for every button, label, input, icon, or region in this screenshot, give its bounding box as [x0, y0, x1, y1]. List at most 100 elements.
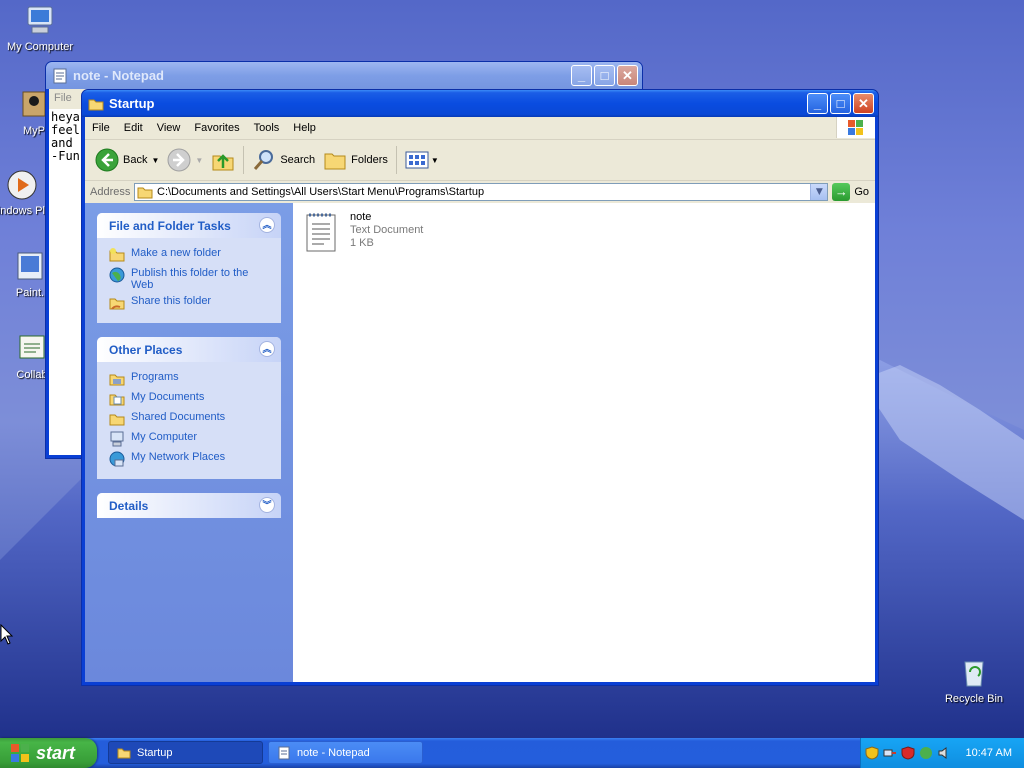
address-input[interactable]: C:\Documents and Settings\All Users\Star… [134, 183, 829, 201]
close-button[interactable]: ✕ [853, 93, 874, 114]
file-type: Text Document [350, 224, 424, 236]
recycle-bin-icon [957, 656, 991, 690]
panel-title: Details [109, 498, 149, 513]
menu-favorites[interactable]: Favorites [187, 122, 246, 134]
close-button[interactable]: ✕ [617, 65, 638, 86]
menu-edit[interactable]: Edit [117, 122, 150, 134]
panel-header[interactable]: File and Folder Tasks ︽ [97, 213, 281, 238]
task-label: Share this folder [131, 295, 212, 307]
maximize-icon: □ [836, 96, 845, 111]
explorer-client: File Edit View Favorites Tools Help Back… [85, 117, 875, 682]
file-size: 1 KB [350, 237, 374, 249]
panel-title: File and Folder Tasks [109, 218, 231, 233]
address-label: Address [90, 186, 131, 198]
place-label: My Computer [131, 431, 198, 443]
address-dropdown-button[interactable]: ▼ [810, 184, 828, 200]
toolbar-separator [395, 146, 397, 174]
place-label: My Network Places [131, 451, 226, 463]
place-label: My Documents [131, 391, 205, 403]
paint-icon [13, 250, 47, 284]
taskbar-button-notepad[interactable]: note - Notepad [268, 741, 423, 764]
task-label: Make a new folder [131, 247, 221, 259]
address-bar: Address C:\Documents and Settings\All Us… [85, 181, 875, 204]
task-publish-web[interactable]: Publish this folder to the Web [109, 267, 271, 291]
place-shared-documents[interactable]: Shared Documents [109, 411, 271, 427]
go-label: Go [854, 186, 869, 198]
file-folder-tasks-panel: File and Folder Tasks ︽ Make a new folde… [97, 213, 281, 323]
folder-icon [137, 187, 153, 199]
shared-documents-icon [109, 414, 125, 426]
antivirus-icon[interactable] [901, 746, 915, 760]
folders-icon [324, 153, 346, 170]
place-label: Shared Documents [131, 411, 226, 423]
menu-tools[interactable]: Tools [247, 122, 287, 134]
menu-view[interactable]: View [150, 122, 188, 134]
menu-file[interactable]: File [85, 122, 117, 134]
messenger-icon[interactable] [919, 746, 933, 760]
security-shield-icon[interactable] [865, 746, 879, 760]
file-list[interactable]: note Text Document 1 KB [293, 203, 875, 682]
back-button[interactable]: Back ▼ [91, 144, 163, 176]
system-tray: 10:47 AM [860, 738, 1024, 768]
volume-icon[interactable] [937, 746, 951, 760]
task-label: Publish this folder to the Web [131, 267, 249, 291]
programs-folder-icon [109, 374, 125, 386]
my-documents-icon [109, 394, 125, 406]
desktop-icon-label: Paint. [15, 287, 45, 299]
collapse-chevron-icon[interactable]: ︽ [259, 217, 275, 233]
chevron-down-icon[interactable]: ▼ [195, 156, 203, 165]
close-icon: ✕ [622, 68, 633, 83]
desktop-icon-label: My Computer [6, 41, 74, 53]
explorer-body: File and Folder Tasks ︽ Make a new folde… [85, 203, 875, 682]
share-folder-icon [109, 298, 125, 310]
go-button[interactable]: → Go [832, 183, 869, 201]
forward-button[interactable]: ▼ [163, 144, 207, 176]
desktop-icon-my-computer[interactable]: My Computer [0, 4, 80, 53]
place-my-network-places[interactable]: My Network Places [109, 451, 271, 467]
taskbar-button-startup[interactable]: Startup [108, 741, 263, 764]
place-my-documents[interactable]: My Documents [109, 391, 271, 407]
clock: 10:47 AM [965, 747, 1012, 759]
place-programs[interactable]: Programs [109, 371, 271, 387]
network-icon[interactable] [883, 746, 897, 760]
windows-flag-icon [11, 744, 29, 762]
minimize-button[interactable]: _ [571, 65, 592, 86]
expand-chevron-icon[interactable]: ︾ [259, 497, 275, 513]
minimize-icon: _ [813, 96, 822, 111]
panel-header[interactable]: Other Places ︽ [97, 337, 281, 362]
maximize-button[interactable]: □ [830, 93, 851, 114]
explorer-window[interactable]: Startup _ □ ✕ File Edit View Favorites T… [81, 89, 879, 686]
windows-flag-icon [848, 120, 863, 135]
notepad-titlebar[interactable]: note - Notepad _ □ ✕ [46, 62, 642, 89]
taskbar: start Startup note - Notepad 10:47 AM [0, 738, 1024, 768]
chevron-down-icon[interactable]: ▼ [151, 156, 159, 165]
task-make-new-folder[interactable]: Make a new folder [109, 247, 271, 263]
place-my-computer[interactable]: My Computer [109, 431, 271, 447]
collapse-chevron-icon[interactable]: ︽ [259, 341, 275, 357]
other-places-panel: Other Places ︽ Programs My Documents Sha… [97, 337, 281, 479]
back-arrow-icon [95, 148, 119, 172]
desktop-icon-label: MyP [23, 125, 45, 137]
notepad-icon [278, 746, 290, 759]
panel-header[interactable]: Details ︾ [97, 493, 281, 518]
windows-logo [836, 117, 875, 138]
maximize-button[interactable]: □ [594, 65, 615, 86]
menu-file[interactable]: File [54, 92, 72, 104]
task-pane: File and Folder Tasks ︽ Make a new folde… [85, 203, 293, 682]
chevron-down-icon[interactable]: ▼ [431, 156, 439, 165]
task-share-folder[interactable]: Share this folder [109, 295, 271, 311]
minimize-button[interactable]: _ [807, 93, 828, 114]
up-folder-icon [212, 154, 234, 171]
up-folder-button[interactable] [207, 144, 239, 176]
explorer-titlebar[interactable]: Startup _ □ ✕ [82, 90, 878, 117]
panel-title: Other Places [109, 342, 183, 357]
folders-label: Folders [351, 154, 388, 166]
search-button[interactable]: Search [248, 144, 319, 176]
menu-help[interactable]: Help [286, 122, 323, 134]
views-button[interactable]: ▼ [401, 144, 443, 176]
desktop-icon-recycle-bin[interactable]: Recycle Bin [934, 656, 1014, 705]
menu-bar: File Edit View Favorites Tools Help [85, 117, 875, 140]
file-item[interactable]: note Text Document 1 KB [305, 211, 423, 253]
folders-button[interactable]: Folders [319, 144, 392, 176]
start-button[interactable]: start [0, 738, 97, 768]
